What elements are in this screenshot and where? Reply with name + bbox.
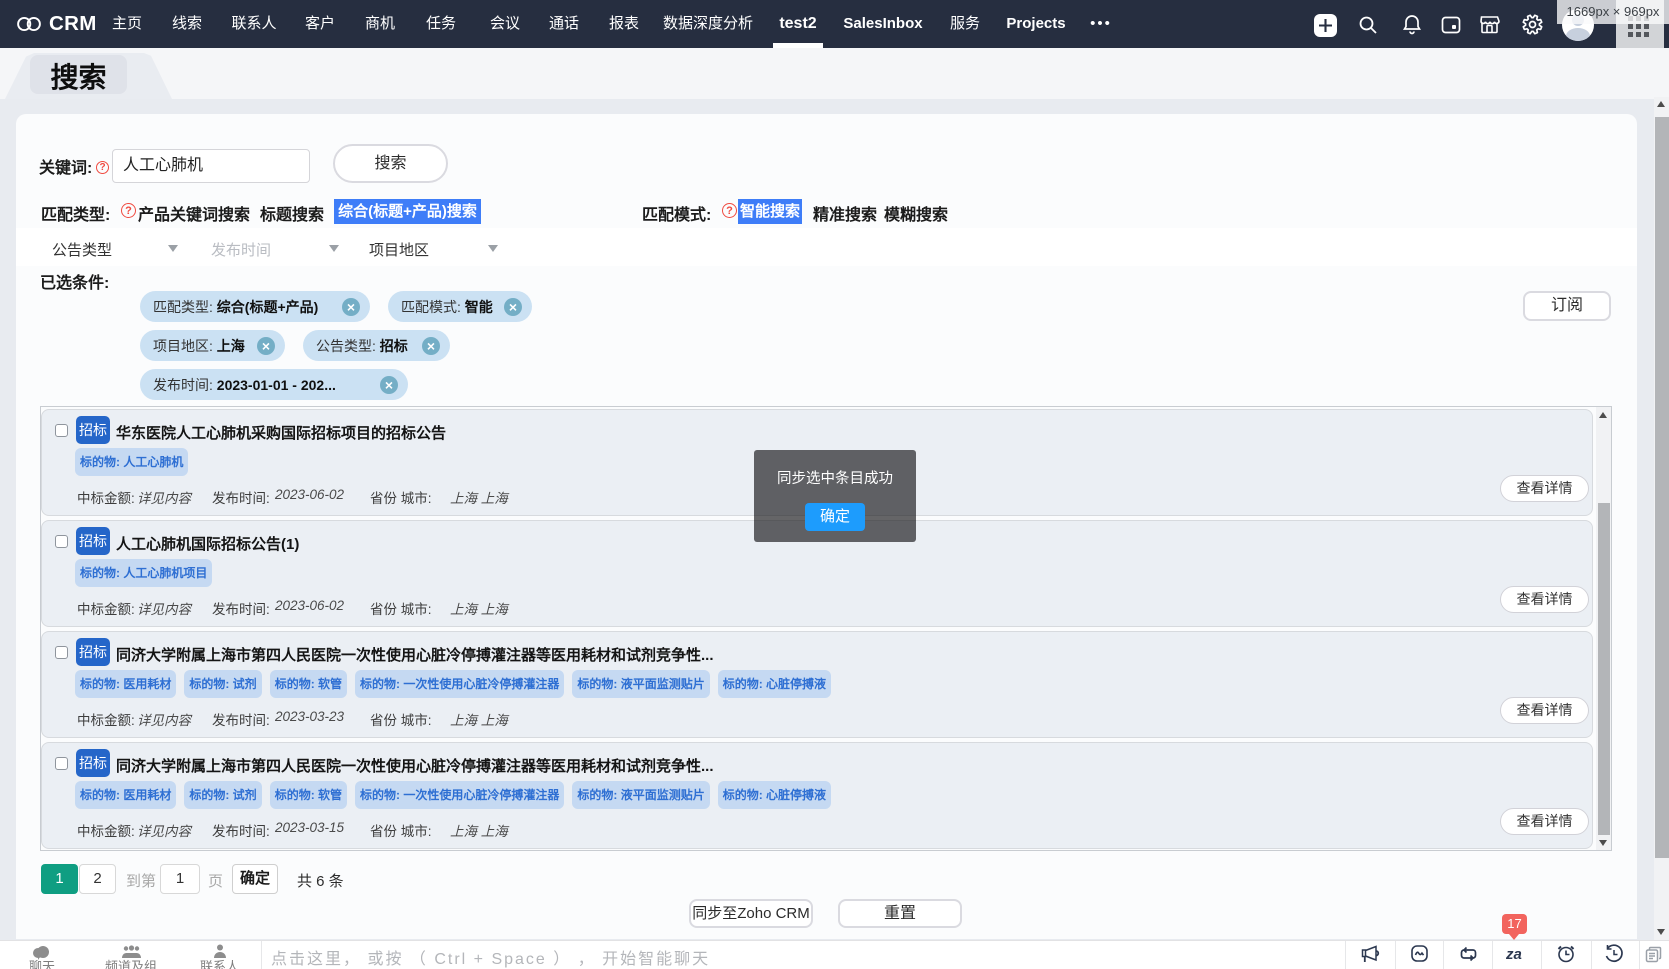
svg-text:za: za (1506, 946, 1522, 963)
